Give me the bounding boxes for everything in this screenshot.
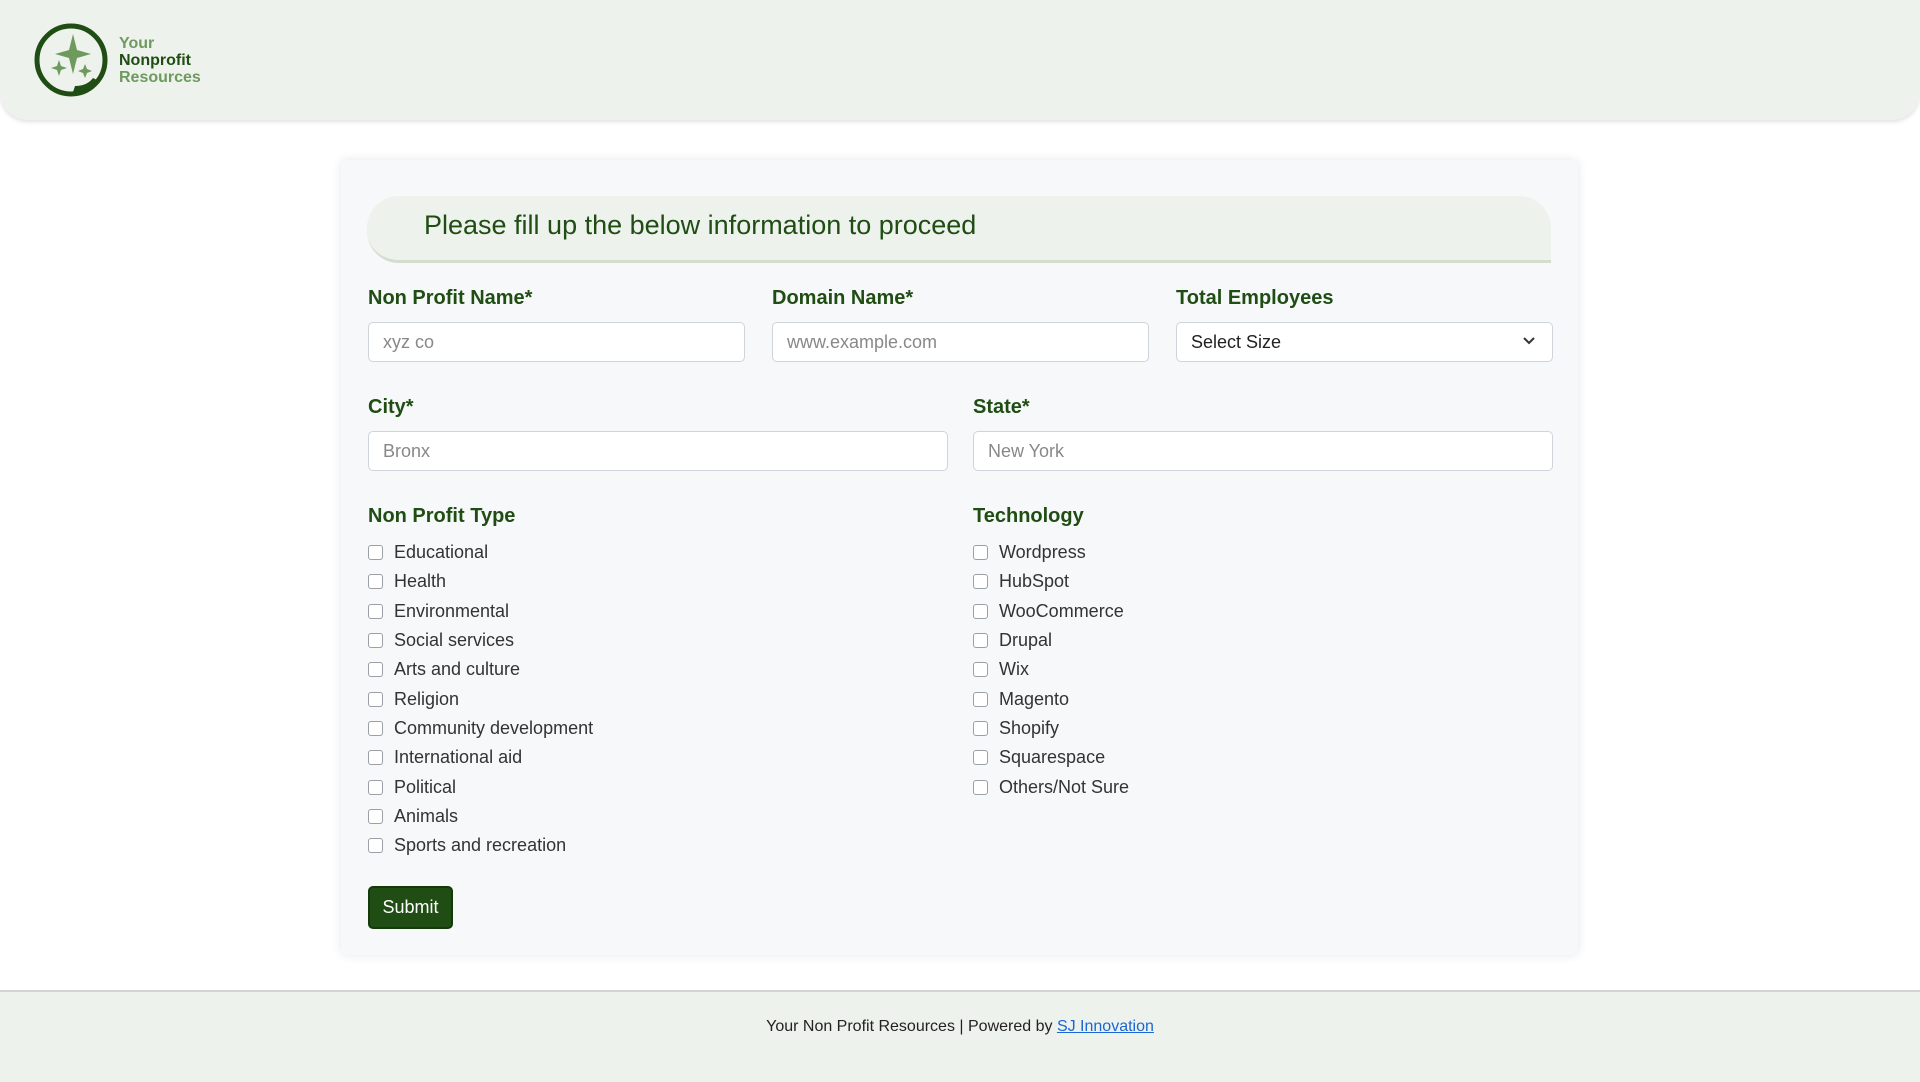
nonprofit-type-option[interactable]: Community development — [368, 714, 593, 743]
sparkle-logo-icon — [34, 23, 108, 97]
nonprofit-type-checkbox[interactable] — [368, 545, 383, 561]
site-footer: Your Non Profit Resources | Powered by S… — [0, 990, 1920, 1082]
technology-checkbox[interactable] — [973, 720, 988, 736]
technology-option[interactable]: Squarespace — [973, 743, 1129, 772]
total-employees-selected: Select Size — [1191, 331, 1282, 352]
state-input[interactable] — [973, 431, 1553, 471]
chevron-down-icon — [1523, 337, 1535, 345]
nonprofit-type-option[interactable]: Political — [368, 772, 593, 801]
footer-credit: Your Non Profit Resources | Powered by — [766, 1018, 1057, 1035]
technology-option-label: Drupal — [999, 630, 1053, 651]
technology-label: Technology — [973, 505, 1084, 527]
technology-checkbox[interactable] — [973, 662, 988, 678]
nonprofit-name-label: Non Profit Name* — [368, 287, 533, 309]
total-employees-select[interactable]: Select Size — [1176, 322, 1553, 362]
total-employees-label: Total Employees — [1176, 287, 1334, 309]
form-heading: Please fill up the below information to … — [424, 210, 977, 240]
footer-text: Your Non Profit Resources | Powered by S… — [0, 1018, 1920, 1036]
nonprofit-type-option-label: Environmental — [394, 600, 510, 621]
nonprofit-type-option[interactable]: Health — [368, 567, 593, 596]
logo-line-1: Your — [119, 34, 155, 52]
technology-checkbox[interactable] — [973, 574, 988, 590]
technology-checkbox[interactable] — [973, 633, 988, 649]
form-banner: Please fill up the below information to … — [367, 196, 1551, 263]
nonprofit-type-checkbox[interactable] — [368, 662, 383, 678]
nonprofit-name-input[interactable] — [368, 322, 745, 362]
logo-line-3: Resources — [119, 68, 201, 86]
technology-option[interactable]: HubSpot — [973, 567, 1129, 596]
nonprofit-type-checkbox[interactable] — [368, 633, 383, 649]
technology-option-label: Magento — [999, 688, 1070, 709]
nonprofit-type-option-label: Political — [394, 776, 457, 797]
technology-option-label: Squarespace — [999, 747, 1106, 768]
nonprofit-type-option-label: Social services — [394, 630, 515, 651]
nonprofit-type-option-label: International aid — [394, 747, 523, 768]
nonprofit-type-checkbox[interactable] — [368, 779, 383, 795]
technology-option-label: Wix — [999, 659, 1029, 680]
technology-option-label: Others/Not Sure — [999, 776, 1130, 797]
nonprofit-type-checkbox[interactable] — [368, 750, 383, 766]
nonprofit-type-checkbox[interactable] — [368, 574, 383, 590]
technology-option[interactable]: Wordpress — [973, 538, 1129, 567]
technology-option[interactable]: Drupal — [973, 626, 1129, 655]
technology-checkbox[interactable] — [973, 779, 988, 795]
technology-option-label: Wordpress — [999, 542, 1086, 563]
nonprofit-type-list: Educational Health Environmental Social ser… — [368, 538, 593, 860]
nonprofit-type-option-label: Health — [394, 571, 447, 592]
nonprofit-type-option[interactable]: Religion — [368, 684, 593, 713]
city-input[interactable] — [368, 431, 948, 471]
technology-option[interactable]: Wix — [973, 655, 1129, 684]
logo-line-2: Nonprofit — [119, 51, 191, 69]
technology-checkbox[interactable] — [973, 691, 988, 707]
city-label: City* — [368, 396, 414, 418]
technology-checkbox[interactable] — [973, 545, 988, 561]
nonprofit-type-option-label: Sports and recreation — [394, 835, 567, 856]
nonprofit-type-checkbox[interactable] — [368, 603, 383, 619]
nonprofit-type-option-label: Religion — [394, 688, 460, 709]
technology-option[interactable]: Magento — [973, 684, 1129, 713]
nonprofit-type-option-label: Community development — [394, 717, 594, 738]
nonprofit-type-checkbox[interactable] — [368, 838, 383, 854]
nonprofit-type-option-label: Animals — [394, 805, 459, 826]
domain-name-input[interactable] — [772, 322, 1149, 362]
nonprofit-type-option[interactable]: Arts and culture — [368, 655, 593, 684]
footer-link[interactable]: SJ Innovation — [1057, 1018, 1154, 1035]
technology-option[interactable]: WooCommerce — [973, 597, 1129, 626]
nonprofit-type-option[interactable]: Animals — [368, 802, 593, 831]
nonprofit-type-option[interactable]: Social services — [368, 626, 593, 655]
submit-button[interactable]: Submit — [368, 886, 453, 929]
form-card: Please fill up the below information to … — [341, 160, 1578, 955]
technology-list: Wordpress HubSpot WooCommerce Drupal Wix Mage… — [973, 538, 1129, 802]
nonprofit-type-checkbox[interactable] — [368, 720, 383, 736]
technology-option[interactable]: Others/Not Sure — [973, 772, 1129, 801]
nonprofit-type-option[interactable]: Environmental — [368, 597, 593, 626]
nonprofit-type-label: Non Profit Type — [368, 505, 516, 527]
nonprofit-type-option[interactable]: International aid — [368, 743, 593, 772]
nonprofit-type-checkbox[interactable] — [368, 808, 383, 824]
site-header: Your Nonprofit Resources — [0, 0, 1920, 120]
nonprofit-type-checkbox[interactable] — [368, 691, 383, 707]
logo-text: Your Nonprofit Resources — [119, 35, 201, 86]
technology-checkbox[interactable] — [973, 603, 988, 619]
nonprofit-type-option-label: Educational — [394, 542, 489, 563]
domain-name-label: Domain Name* — [772, 287, 914, 309]
technology-checkbox[interactable] — [973, 750, 988, 766]
nonprofit-type-option[interactable]: Sports and recreation — [368, 831, 593, 860]
nonprofit-type-option[interactable]: Educational — [368, 538, 593, 567]
technology-option-label: HubSpot — [999, 571, 1070, 592]
state-label: State* — [973, 396, 1030, 418]
technology-option-label: WooCommerce — [999, 600, 1124, 621]
nonprofit-type-option-label: Arts and culture — [394, 659, 521, 680]
technology-option-label: Shopify — [999, 717, 1060, 738]
logo[interactable]: Your Nonprofit Resources — [33, 22, 201, 98]
technology-option[interactable]: Shopify — [973, 714, 1129, 743]
